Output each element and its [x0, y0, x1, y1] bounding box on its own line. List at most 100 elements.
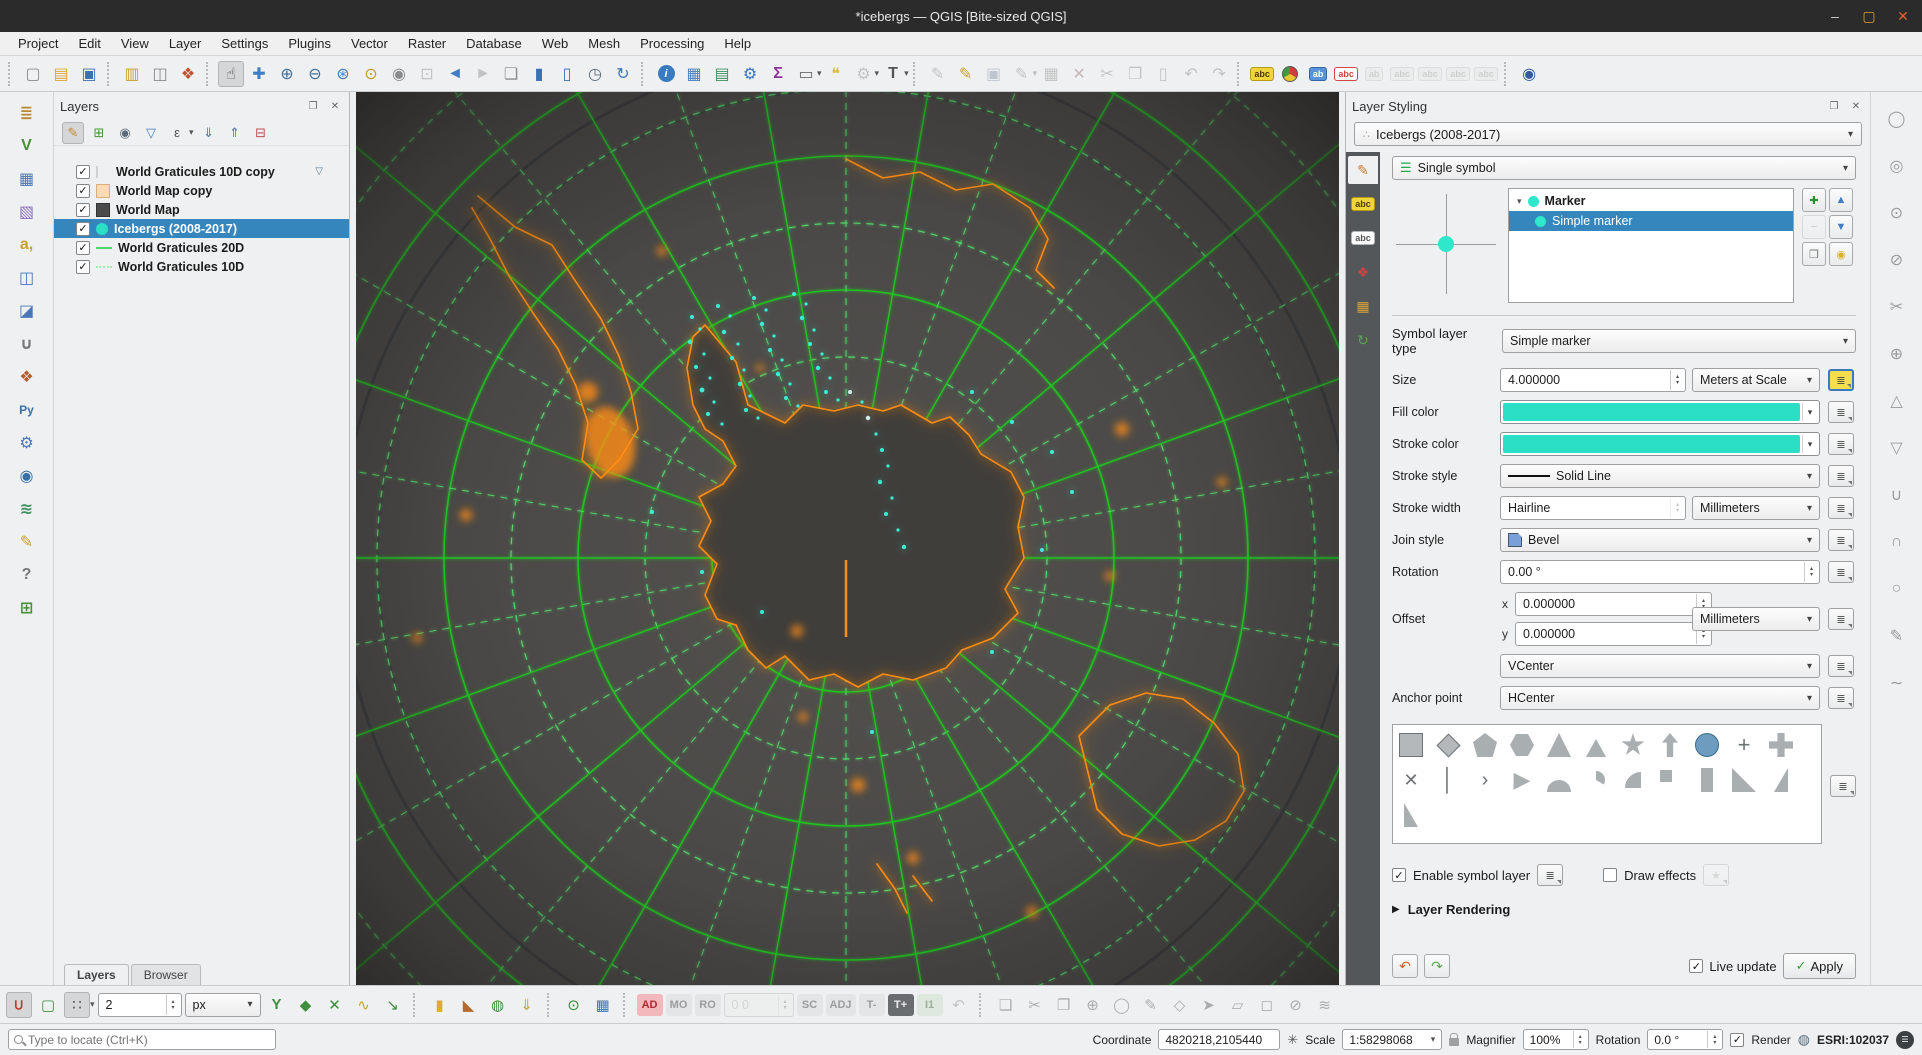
new-layout-icon[interactable]: ▥: [119, 61, 145, 87]
shape-cross[interactable]: +: [1732, 732, 1756, 757]
add-ring-icon[interactable]: ⊕: [1884, 341, 1910, 367]
show-hide-labels-icon[interactable]: ab: [1361, 61, 1387, 87]
remove-layer-icon[interactable]: ⊟: [250, 122, 272, 144]
tab-labels[interactable]: abc: [1348, 190, 1378, 218]
style-manager-side-icon[interactable]: ❖: [13, 364, 41, 390]
python-console-icon[interactable]: Py: [13, 397, 41, 423]
magnifier-input[interactable]: 100% ▴ ▾: [1522, 1029, 1589, 1050]
attribute-table-icon[interactable]: ▦: [681, 61, 707, 87]
maximize-button[interactable]: ▢: [1860, 7, 1878, 25]
layer-label[interactable]: World Map: [116, 203, 180, 217]
trim-extend-icon[interactable]: ∼: [1884, 670, 1910, 696]
zoom-full-icon[interactable]: ⊛: [330, 61, 356, 87]
mo-badge[interactable]: MO: [665, 993, 692, 1016]
shape-line[interactable]: │: [1436, 767, 1460, 792]
tab-3d-view[interactable]: ❖: [1348, 258, 1378, 286]
shape-quarter-square[interactable]: [1658, 768, 1682, 792]
layer-row-icebergs[interactable]: ✓ Icebergs (2008-2017): [54, 219, 349, 238]
shape-diamond[interactable]: [1435, 732, 1461, 758]
statistics-icon[interactable]: ▤: [709, 61, 735, 87]
tab-masks[interactable]: abc: [1348, 224, 1378, 252]
fill-data-defined-override-button[interactable]: ≣: [1828, 401, 1854, 423]
statistical-summary-icon[interactable]: Σ: [765, 61, 791, 87]
map-tips-icon[interactable]: ❝: [823, 61, 849, 87]
spinner-arrows[interactable]: ▴▾: [1804, 562, 1818, 582]
shape-right-half-triangle[interactable]: [1769, 768, 1793, 792]
save-edits-icon[interactable]: ▣: [981, 61, 1007, 87]
menu-help[interactable]: Help: [714, 34, 761, 53]
stroke-width-input[interactable]: Hairline ▴ ▾: [1500, 496, 1686, 520]
shape-triangle[interactable]: [1547, 733, 1571, 757]
close-button[interactable]: ✕: [1894, 7, 1912, 25]
toolbar-handle[interactable]: [1237, 61, 1244, 86]
annotation-tool-12-icon[interactable]: ≋: [1312, 992, 1338, 1018]
panel-float-icon[interactable]: ❐: [1826, 98, 1842, 114]
chevron-down-icon[interactable]: ▾: [1802, 435, 1817, 453]
new-map-view-icon[interactable]: ❏: [498, 61, 524, 87]
pan-to-selection-icon[interactable]: ✚: [246, 61, 272, 87]
menu-vector[interactable]: Vector: [341, 34, 398, 53]
stroke-data-defined-override-button[interactable]: ≣: [1828, 433, 1854, 455]
annotation-tool-11-icon[interactable]: ⊘: [1283, 992, 1309, 1018]
import-feature-icon[interactable]: ⇓: [514, 992, 540, 1018]
zoom-last-icon[interactable]: ◄: [442, 61, 468, 87]
split-features-icon[interactable]: ✂: [1884, 294, 1910, 320]
layer-label[interactable]: World Graticules 10D copy: [116, 165, 275, 179]
rotation-input[interactable]: 0.0 ° ▴ ▾: [1647, 1029, 1724, 1050]
tab-symbology[interactable]: ✎: [1348, 156, 1378, 184]
layer-diagram-icon[interactable]: [1277, 61, 1303, 87]
plugin-manager-icon[interactable]: ⚙: [13, 430, 41, 456]
show-bookmarks-icon[interactable]: ▯: [554, 61, 580, 87]
toggle-editing-icon[interactable]: ✎: [953, 61, 979, 87]
apply-button[interactable]: ✓ Apply: [1782, 953, 1856, 979]
add-delimited-text-layer-icon[interactable]: a,: [13, 232, 41, 258]
sc-badge[interactable]: SC: [796, 993, 823, 1016]
offset-y-input[interactable]: 0.000000 ▴ ▾: [1515, 622, 1712, 646]
shape-filled-arrowhead[interactable]: ▶: [1510, 767, 1534, 792]
shape-half-square[interactable]: [1695, 768, 1719, 792]
ellipse-icon[interactable]: ⊘: [1884, 247, 1910, 273]
zoom-native-icon[interactable]: ⊡: [414, 61, 440, 87]
annotation-tool-6-icon[interactable]: ✎: [1138, 992, 1164, 1018]
circle-2points-icon[interactable]: ◯: [1884, 106, 1910, 132]
duplicate-symbol-layer-button[interactable]: ❐: [1802, 242, 1826, 266]
expand-all-icon[interactable]: ⇓: [198, 122, 220, 144]
regular-polygon-icon[interactable]: △: [1884, 388, 1910, 414]
live-update-checkbox[interactable]: ✓: [1689, 959, 1704, 973]
layer-label[interactable]: World Graticules 20D: [118, 241, 244, 255]
filter-legend-icon[interactable]: ▽: [140, 122, 162, 144]
zoom-to-selection-icon[interactable]: ⊙: [358, 61, 384, 87]
menu-processing[interactable]: Processing: [630, 34, 714, 53]
shape-hexagon[interactable]: [1510, 733, 1534, 757]
shape-star[interactable]: [1621, 733, 1645, 757]
tab-layers[interactable]: Layers: [64, 964, 129, 985]
anchor-vcenter-combo[interactable]: VCenter ▾: [1500, 654, 1820, 678]
extents-icon[interactable]: ✳: [1287, 1032, 1298, 1048]
symbol-tree-simple-marker-row[interactable]: Simple marker: [1509, 211, 1793, 231]
zoom-to-layer-icon[interactable]: ◉: [386, 61, 412, 87]
toolbar-handle[interactable]: [978, 992, 986, 1017]
toolbar-handle[interactable]: [546, 992, 554, 1017]
spinner-arrows[interactable]: ▴▾: [777, 994, 792, 1015]
offset-x-input[interactable]: 0.000000 ▴▾: [1515, 592, 1712, 616]
processing-toolbox-icon[interactable]: ⚙: [737, 61, 763, 87]
layer-labeling-icon[interactable]: abc: [1249, 61, 1275, 87]
layer-row-world-map[interactable]: ✓ World Map: [54, 200, 349, 219]
circle-3points-icon[interactable]: ◎: [1884, 153, 1910, 179]
copy-features-icon[interactable]: ❐: [1122, 61, 1148, 87]
map-canvas[interactable]: [195, 0, 1497, 1055]
advanced-digitizing-badge[interactable]: AD: [636, 993, 663, 1016]
coordinate-input[interactable]: 4820218,2105440: [1158, 1029, 1281, 1050]
move-label-icon[interactable]: abc: [1389, 61, 1415, 87]
panel-close-icon[interactable]: ✕: [327, 98, 343, 114]
add-vector-layer-icon[interactable]: V: [13, 133, 41, 159]
zoom-out-icon[interactable]: ⊖: [302, 61, 328, 87]
change-label-icon[interactable]: abc: [1445, 61, 1471, 87]
shape-equilateral-triangle[interactable]: [1584, 733, 1608, 757]
annotation-dropdown-icon[interactable]: ▾: [904, 68, 909, 79]
tab-history[interactable]: ↻: [1348, 326, 1378, 354]
toolbar-handle[interactable]: [622, 992, 630, 1017]
shape-left-half-triangle[interactable]: [1399, 803, 1423, 827]
style-manager-icon[interactable]: ❖: [175, 61, 201, 87]
avoid-overlap-icon[interactable]: ∿: [351, 992, 377, 1018]
